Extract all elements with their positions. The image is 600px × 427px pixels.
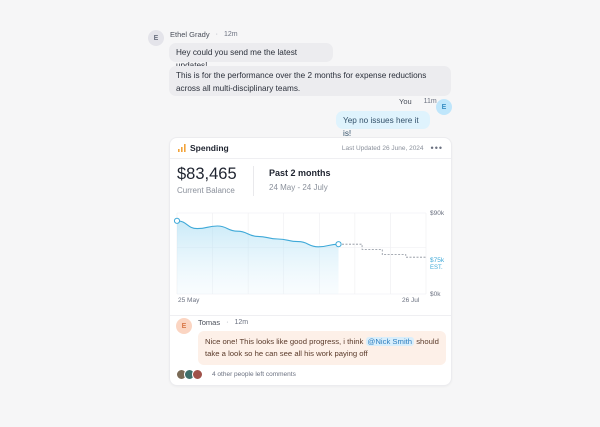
spending-card: Spending Last Updated 26 June, 2024 ••• … — [169, 137, 452, 386]
separator: · — [215, 31, 218, 38]
avatar[interactable]: E — [436, 99, 452, 115]
reply-bubble: Yep no issues here it is! — [336, 111, 430, 138]
message-time: 12m — [223, 31, 238, 38]
sender-name: You — [399, 97, 412, 106]
message-bubble: This is for the performance over the 2 m… — [169, 66, 451, 96]
spending-chart: $90k $75k EST. $0k 25 May 26 Jul — [173, 210, 445, 304]
period-range: 24 May - 24 July — [269, 183, 328, 192]
balance-label: Current Balance — [177, 186, 235, 195]
comment-bubble: Nice one! This looks like good progress,… — [198, 331, 446, 365]
y-max-label: $90k — [430, 210, 445, 217]
message-text: Yep no issues here it is! — [343, 116, 419, 138]
commenter-avatars[interactable] — [176, 369, 203, 380]
more-options-icon[interactable]: ••• — [431, 144, 443, 153]
card-title: Spending — [190, 143, 229, 153]
x-start-label: 25 May — [178, 297, 200, 304]
estimate-line — [338, 243, 426, 258]
chart-area — [177, 220, 339, 294]
start-point — [173, 217, 181, 224]
message-bubble: Hey could you send me the latest updates… — [169, 43, 333, 70]
balance-value: $83,465 — [177, 165, 237, 183]
sender-name: Ethel Grady — [170, 30, 210, 39]
period-title: Past 2 months — [269, 168, 331, 178]
avatar[interactable]: E — [176, 318, 192, 334]
comment-text: Nice one! This looks like good progress,… — [205, 337, 366, 346]
avatar[interactable]: E — [148, 30, 164, 46]
avatar — [192, 369, 203, 380]
estimate-note-label: EST. — [430, 265, 443, 271]
message-time: 11m — [423, 98, 437, 105]
divider — [170, 315, 451, 316]
current-point — [335, 241, 342, 248]
x-end-label: 26 Jul — [402, 297, 420, 304]
y-min-label: $0k — [430, 291, 441, 298]
mention-link[interactable]: @Nick Smith — [365, 337, 415, 346]
last-updated: Last Updated 26 June, 2024 — [341, 144, 424, 152]
divider — [253, 166, 254, 196]
message-text: This is for the performance over the 2 m… — [176, 71, 427, 93]
other-comments-link[interactable]: 4 other people left comments — [212, 371, 296, 378]
separator: · — [226, 319, 229, 326]
card-header: Spending Last Updated 26 June, 2024 ••• — [170, 138, 451, 159]
comment-time: 12m — [234, 319, 249, 326]
message-header-you: You 11m — [399, 97, 437, 106]
bar-chart-icon — [178, 139, 186, 157]
comment-author: Tomas — [198, 318, 221, 327]
y-estimate-label: $75k — [430, 257, 445, 264]
